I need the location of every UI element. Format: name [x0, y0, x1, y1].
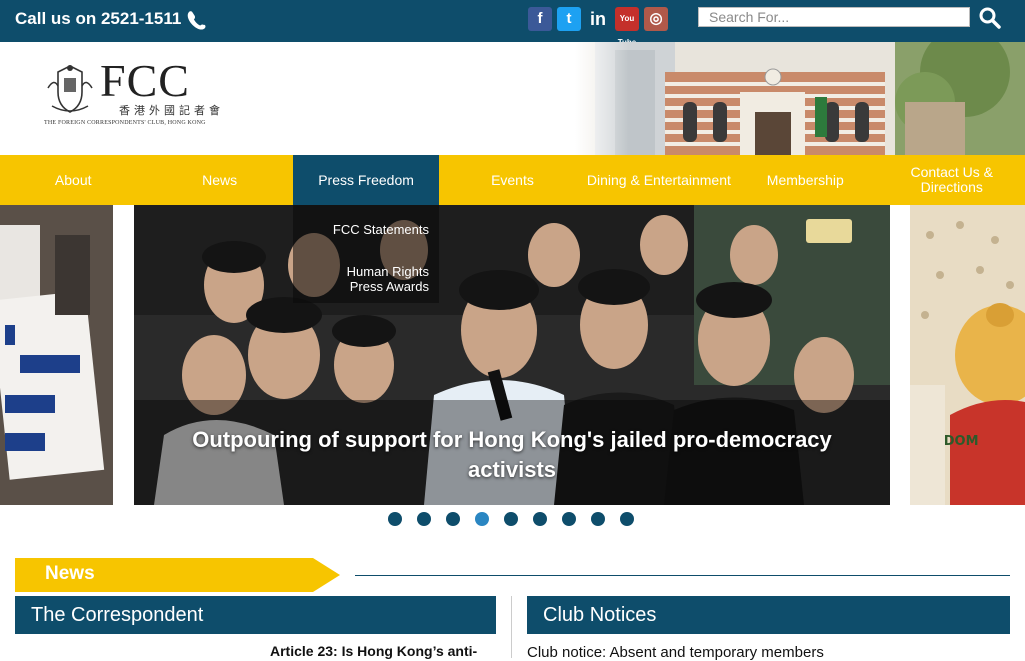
- call-us-text: Call us on 2521-1511: [15, 9, 182, 28]
- twitter-icon[interactable]: t: [557, 7, 581, 31]
- main-nav: About News Press Freedom Events Dining &…: [0, 155, 1025, 205]
- slide-caption-text: Outpouring of support for Hong Kong's ja…: [192, 427, 832, 482]
- dropdown-fcc-statements[interactable]: FCC Statements: [333, 222, 429, 237]
- slider-dot[interactable]: [620, 512, 634, 526]
- logo-chinese-name: 香港外國記者會: [119, 105, 224, 117]
- slider-dot[interactable]: [417, 512, 431, 526]
- article-title-link[interactable]: Article 23: Is Hong Kong’s anti-: [270, 643, 477, 659]
- press-freedom-dropdown: FCC Statements Human Rights Press Awards: [293, 205, 439, 303]
- slider-dot[interactable]: [388, 512, 402, 526]
- nav-dining-entertainment[interactable]: Dining & Entertainment: [586, 155, 732, 205]
- clubhouse-photo: [575, 42, 1025, 155]
- search-icon[interactable]: [978, 6, 1002, 30]
- slide-next-image[interactable]: REEDOM: [910, 205, 1025, 505]
- facebook-icon[interactable]: f: [528, 7, 552, 31]
- dropdown-human-rights-press-awards[interactable]: Human Rights Press Awards: [329, 264, 429, 294]
- slide-caption[interactable]: Outpouring of support for Hong Kong's ja…: [134, 405, 890, 505]
- logo-wordmark[interactable]: FCC: [100, 58, 190, 104]
- slide-previous-image[interactable]: [0, 205, 113, 505]
- slider-dot[interactable]: [533, 512, 547, 526]
- correspondent-panel-title[interactable]: The Correspondent: [15, 596, 496, 634]
- slider-dot[interactable]: [591, 512, 605, 526]
- nav-membership[interactable]: Membership: [732, 155, 878, 205]
- news-section-label[interactable]: News: [45, 563, 95, 585]
- club-notice-link[interactable]: Club notice: Absent and temporary member…: [527, 644, 824, 661]
- nav-contact-directions[interactable]: Contact Us & Directions: [879, 155, 1025, 205]
- linkedin-icon[interactable]: in: [586, 7, 610, 31]
- column-divider: [511, 596, 512, 658]
- instagram-icon[interactable]: ◎: [644, 7, 668, 31]
- nav-about[interactable]: About: [0, 155, 146, 205]
- nav-events[interactable]: Events: [439, 155, 585, 205]
- nav-press-freedom[interactable]: Press Freedom: [292, 155, 440, 205]
- search-input[interactable]: [698, 7, 970, 27]
- slider-dots: [388, 512, 634, 526]
- section-divider-line: [355, 575, 1010, 576]
- top-bar: Call us on 2521-1511 f t in You Tube ◎: [0, 0, 1025, 47]
- nav-news[interactable]: News: [146, 155, 292, 205]
- logo-subtitle: THE FOREIGN CORRESPONDENTS' CLUB, HONG K…: [44, 120, 206, 126]
- youtube-icon[interactable]: You Tube: [615, 7, 639, 47]
- fcc-crest-logo[interactable]: [44, 62, 96, 118]
- club-notices-panel-title[interactable]: Club Notices: [527, 596, 1010, 634]
- phone-icon[interactable]: [184, 7, 212, 35]
- slider-dot-active[interactable]: [475, 512, 489, 526]
- slider-dot[interactable]: [562, 512, 576, 526]
- slider-dot[interactable]: [446, 512, 460, 526]
- slider-dot[interactable]: [504, 512, 518, 526]
